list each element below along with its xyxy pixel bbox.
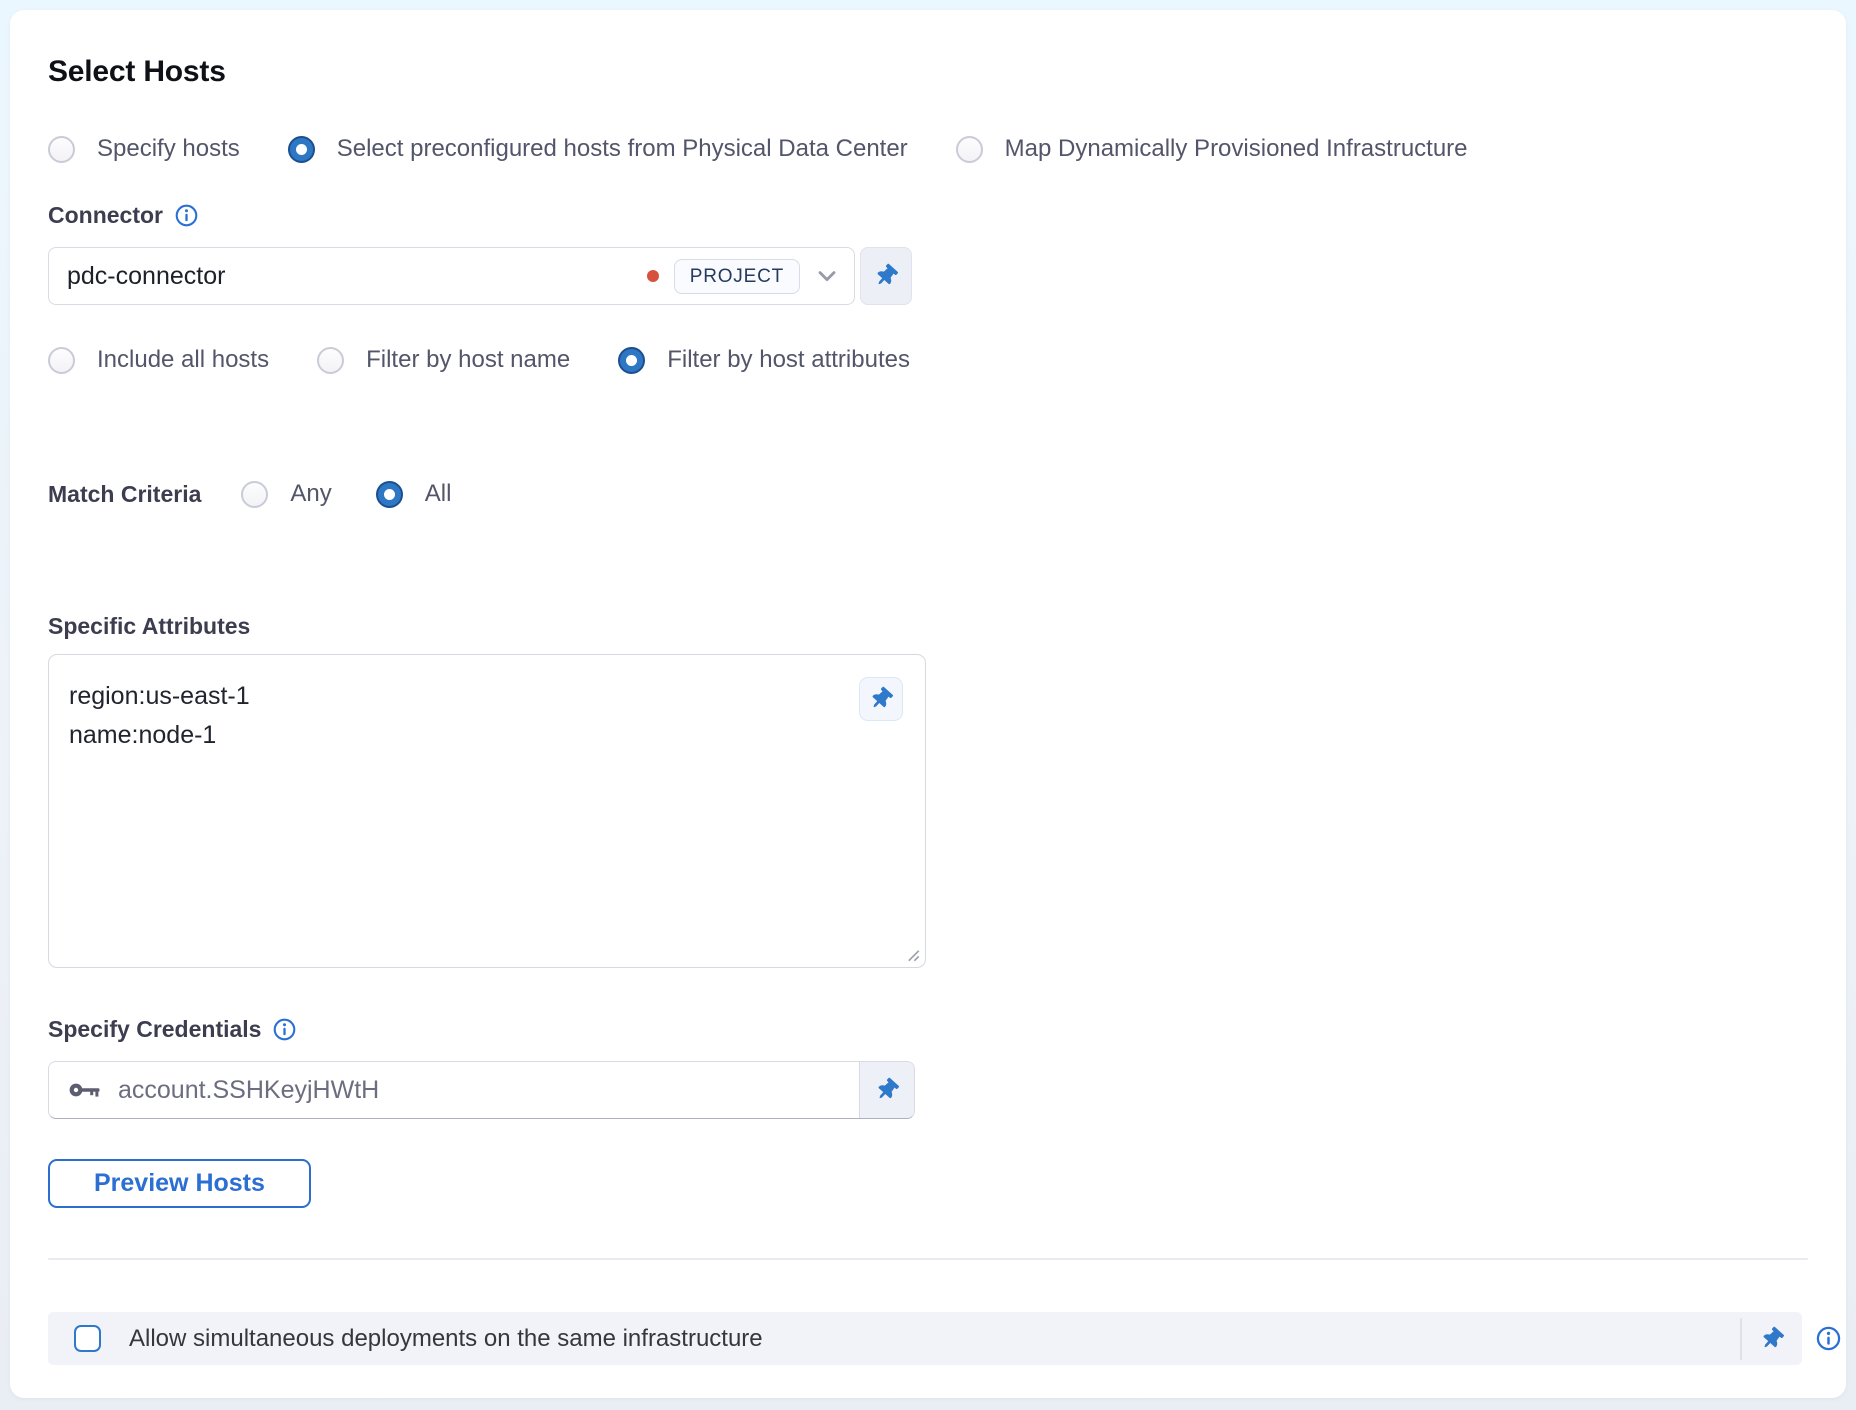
connector-input-group: pdc-connector PROJECT (48, 247, 1808, 305)
radio-label[interactable]: Filter by host name (366, 345, 570, 375)
radio-circle-icon[interactable] (618, 347, 645, 374)
specific-attributes-textarea[interactable]: region:us-east-1 name:node-1 (48, 654, 926, 968)
connector-label: Connector (48, 202, 163, 229)
credentials-input[interactable]: account.SSHKeyjHWtH (49, 1062, 859, 1118)
radio-circle-icon[interactable] (48, 347, 75, 374)
specific-attributes-label: Specific Attributes (48, 613, 250, 640)
radio-label[interactable]: Any (290, 479, 331, 509)
required-indicator (647, 270, 659, 282)
radio-preconfigured-hosts[interactable]: Select preconfigured hosts from Physical… (288, 134, 908, 164)
radio-circle-icon[interactable] (956, 136, 983, 163)
scope-badge: PROJECT (674, 259, 800, 294)
radio-include-all-hosts[interactable]: Include all hosts (48, 345, 269, 375)
specific-attributes-pin-button[interactable] (859, 677, 903, 721)
credentials-label: Specify Credentials (48, 1016, 261, 1043)
footer-pin-button[interactable] (1742, 1328, 1802, 1350)
radio-label[interactable]: Specify hosts (97, 134, 240, 164)
simultaneous-deployments-label[interactable]: Allow simultaneous deployments on the sa… (129, 1325, 763, 1353)
select-hosts-panel: Select Hosts Specify hosts Select precon… (10, 10, 1846, 1398)
radio-dynamic-infrastructure[interactable]: Map Dynamically Provisioned Infrastructu… (956, 134, 1468, 164)
radio-label[interactable]: Include all hosts (97, 345, 269, 375)
specific-attributes-value[interactable]: region:us-east-1 name:node-1 (49, 655, 925, 775)
radio-specify-hosts[interactable]: Specify hosts (48, 134, 240, 164)
simultaneous-deployments-checkbox[interactable] (74, 1325, 101, 1352)
radio-label[interactable]: All (425, 479, 452, 509)
info-icon[interactable] (174, 203, 199, 228)
pin-icon (865, 683, 896, 714)
radio-label[interactable]: Map Dynamically Provisioned Infrastructu… (1005, 134, 1468, 164)
credentials-pin-button[interactable] (859, 1062, 914, 1118)
match-criteria-row: Match Criteria Any All (48, 479, 1808, 509)
radio-match-any[interactable]: Any (241, 479, 331, 509)
radio-circle-icon[interactable] (288, 136, 315, 163)
radio-label[interactable]: Select preconfigured hosts from Physical… (337, 134, 908, 164)
radio-filter-by-host-attributes[interactable]: Filter by host attributes (618, 345, 910, 375)
radio-circle-icon[interactable] (48, 136, 75, 163)
key-icon (69, 1080, 100, 1100)
divider (48, 1258, 1808, 1260)
radio-match-all[interactable]: All (376, 479, 452, 509)
footer-info-button[interactable] (1815, 1325, 1842, 1352)
page-title: Select Hosts (48, 54, 1808, 90)
credentials-input-group: account.SSHKeyjHWtH (48, 1061, 915, 1119)
chevron-down-icon[interactable] (815, 264, 839, 288)
footer-row: Allow simultaneous deployments on the sa… (48, 1312, 1842, 1365)
pin-icon (871, 1074, 902, 1105)
host-selection-radio-group: Specify hosts Select preconfigured hosts… (48, 134, 1808, 164)
pin-icon (870, 260, 901, 291)
resize-handle-icon[interactable] (905, 947, 920, 962)
match-criteria-label: Match Criteria (48, 481, 201, 508)
connector-input[interactable]: pdc-connector PROJECT (48, 247, 855, 305)
specific-attributes-label-row: Specific Attributes (48, 613, 1808, 640)
preview-hosts-button[interactable]: Preview Hosts (48, 1159, 311, 1208)
credentials-label-row: Specify Credentials (48, 1016, 1808, 1043)
radio-circle-icon[interactable] (317, 347, 344, 374)
radio-circle-icon[interactable] (241, 481, 268, 508)
pin-icon (1756, 1323, 1787, 1354)
connector-value: pdc-connector (67, 262, 225, 291)
connector-pin-button[interactable] (860, 247, 912, 305)
info-icon[interactable] (272, 1017, 297, 1042)
connector-label-row: Connector (48, 202, 1808, 229)
info-icon (1815, 1325, 1842, 1352)
radio-filter-by-host-name[interactable]: Filter by host name (317, 345, 570, 375)
credentials-value: account.SSHKeyjHWtH (118, 1076, 379, 1105)
radio-circle-icon[interactable] (376, 481, 403, 508)
simultaneous-deployments-bar: Allow simultaneous deployments on the sa… (48, 1312, 1802, 1365)
radio-label[interactable]: Filter by host attributes (667, 345, 910, 375)
host-filter-radio-group: Include all hosts Filter by host name Fi… (48, 345, 1808, 375)
